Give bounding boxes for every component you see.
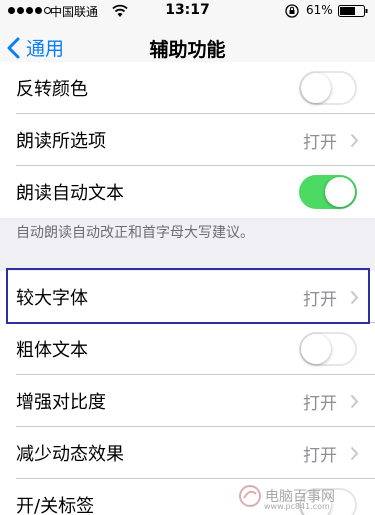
row-value: 打开 — [303, 445, 337, 466]
back-button[interactable]: 通用 — [6, 34, 64, 61]
row-value: 打开 — [303, 289, 337, 310]
row-label: 朗读所选项 — [16, 131, 106, 152]
settings-group-speech: 反转颜色 朗读所选项 打开 朗读自动文本 — [0, 62, 375, 218]
row-value: 打开 — [303, 393, 337, 414]
battery-percentage: 61% — [306, 3, 333, 17]
row-label: 朗读自动文本 — [16, 183, 124, 204]
invert-colors-toggle[interactable] — [299, 71, 357, 105]
settings-group-display: 较大字体 打开 粗体文本 增强对比度 打开 减少动态效果 打开 开/关标签 — [0, 271, 375, 515]
bold-text-row[interactable]: 粗体文本 — [0, 323, 375, 375]
larger-text-row[interactable]: 较大字体 打开 — [0, 271, 375, 323]
increase-contrast-row[interactable]: 增强对比度 打开 — [0, 375, 375, 427]
invert-colors-row[interactable]: 反转颜色 — [0, 62, 375, 114]
speak-auto-text-row[interactable]: 朗读自动文本 — [0, 166, 375, 218]
reduce-motion-row[interactable]: 减少动态效果 打开 — [0, 427, 375, 479]
bold-text-toggle[interactable] — [299, 332, 357, 366]
row-value: 打开 — [303, 132, 337, 153]
row-label: 开/关标签 — [16, 496, 95, 515]
watermark-logo-icon — [239, 485, 261, 507]
group-footer-note: 自动朗读自动改正和首字母大写建议。 — [16, 225, 254, 241]
chevron-right-icon — [350, 290, 359, 304]
watermark-url: www.pc841.com — [264, 502, 330, 511]
speak-auto-text-toggle[interactable] — [299, 175, 357, 209]
row-label: 粗体文本 — [16, 340, 88, 361]
back-button-label: 通用 — [26, 38, 65, 60]
row-label: 反转颜色 — [16, 79, 88, 100]
battery-icon — [338, 5, 368, 17]
speak-selection-row[interactable]: 朗读所选项 打开 — [0, 114, 375, 166]
chevron-left-icon — [7, 37, 20, 58]
row-label: 增强对比度 — [16, 392, 106, 413]
rotation-lock-icon — [285, 4, 299, 18]
row-label: 较大字体 — [16, 288, 88, 309]
status-bar: 中国联通 13:17 61% — [0, 0, 375, 22]
chevron-right-icon — [350, 133, 359, 147]
chevron-right-icon — [350, 394, 359, 408]
chevron-right-icon — [350, 446, 359, 460]
row-label: 减少动态效果 — [16, 444, 124, 465]
